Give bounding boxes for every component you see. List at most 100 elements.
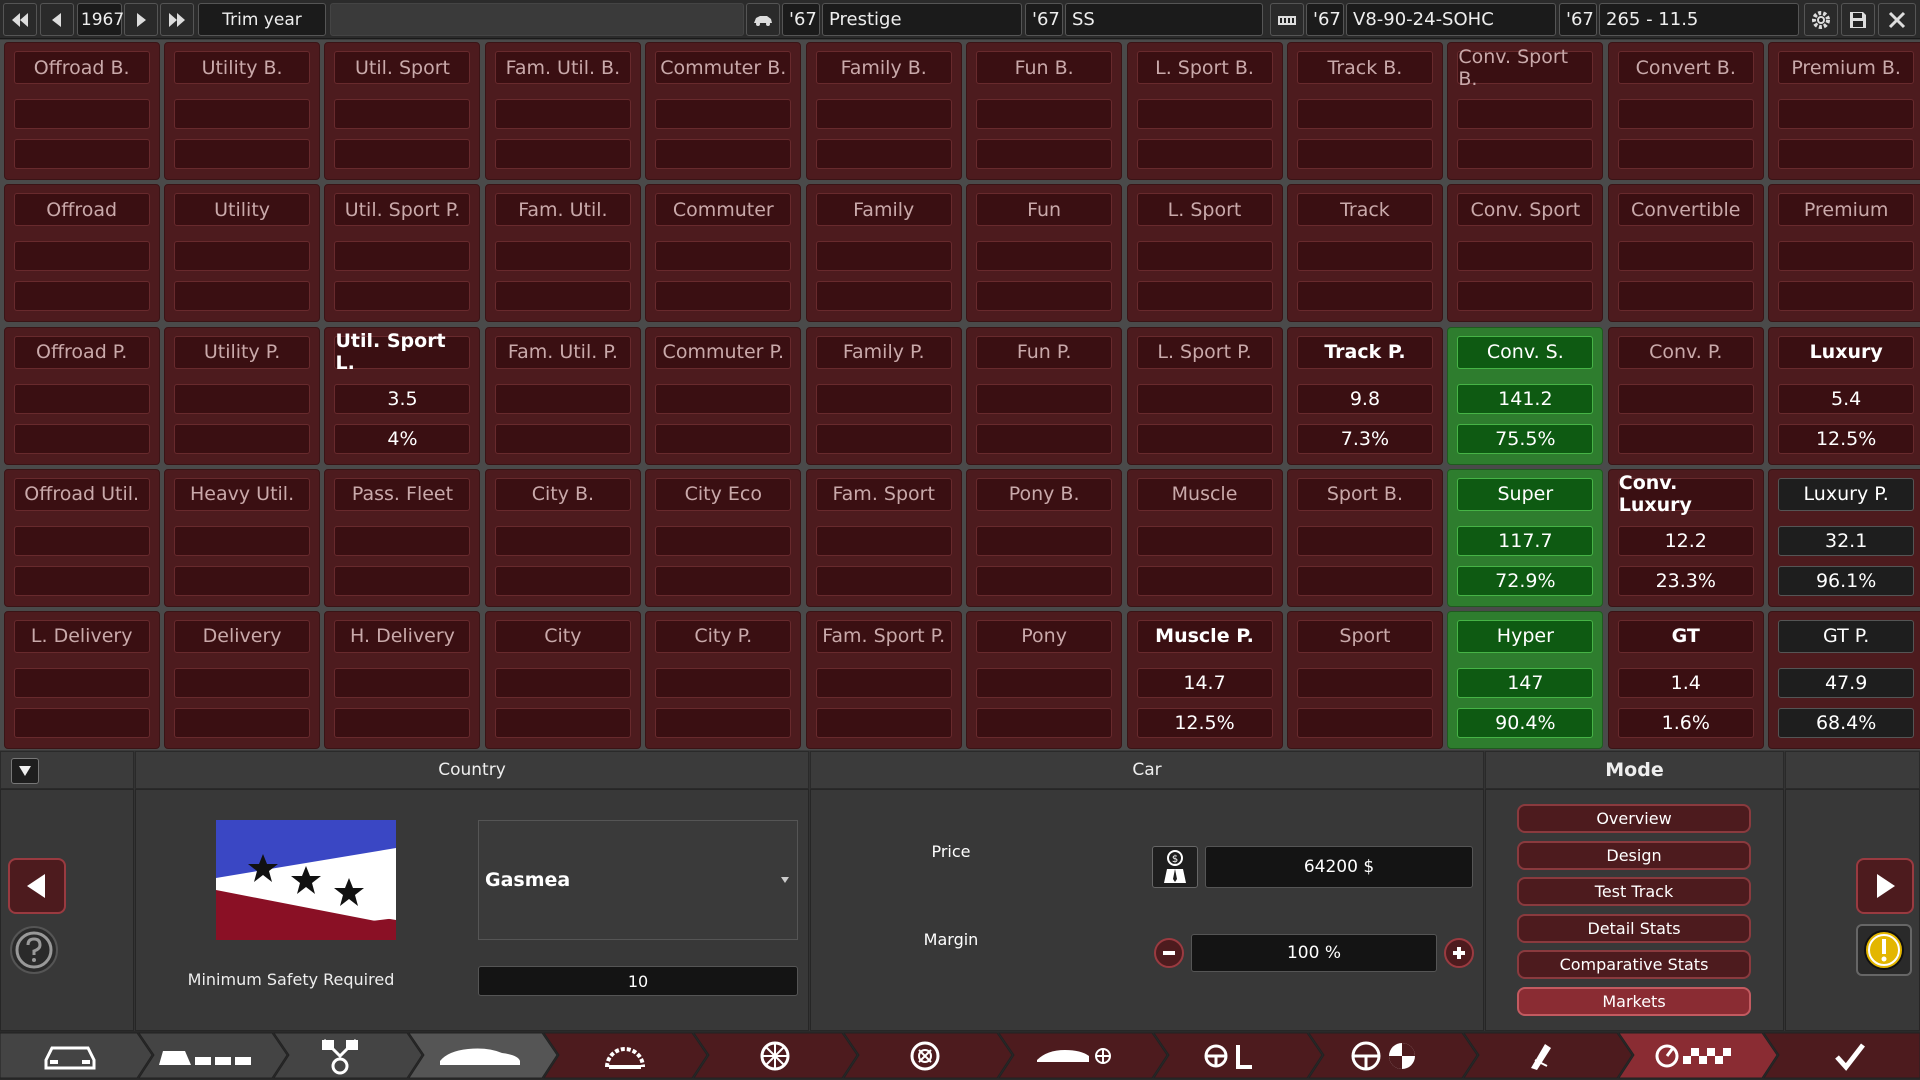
market-cell[interactable]: Pass. Fleet bbox=[324, 468, 481, 607]
settings-button[interactable] bbox=[1804, 3, 1838, 36]
warnings-button[interactable] bbox=[1856, 924, 1912, 976]
mode-button-markets[interactable]: Markets bbox=[1517, 986, 1751, 1016]
market-cell[interactable]: City B. bbox=[484, 468, 641, 607]
market-cell[interactable]: GT 1.4 1.6% bbox=[1607, 610, 1764, 749]
trim-select[interactable]: SS bbox=[1065, 3, 1263, 36]
market-cell[interactable]: Luxury P. 32.1 96.1% bbox=[1768, 468, 1920, 607]
model-select[interactable]: Prestige bbox=[822, 3, 1022, 36]
price-auto-button[interactable]: $ bbox=[1152, 846, 1198, 888]
tab-testing[interactable] bbox=[1630, 1031, 1760, 1080]
margin-increase-button[interactable] bbox=[1444, 938, 1474, 968]
mode-button-design[interactable]: Design bbox=[1517, 840, 1751, 870]
market-cell[interactable]: Offroad B. bbox=[3, 42, 160, 181]
tab-wheels[interactable] bbox=[720, 1031, 830, 1080]
market-cell[interactable]: Utility P. bbox=[164, 326, 321, 465]
market-cell[interactable]: Sport bbox=[1286, 610, 1443, 749]
market-cell[interactable]: L. Sport B. bbox=[1126, 42, 1283, 181]
market-cell[interactable]: Sport B. bbox=[1286, 468, 1443, 607]
tab-safety[interactable] bbox=[1330, 1031, 1440, 1080]
market-cell[interactable]: City P. bbox=[645, 610, 802, 749]
tab-trim[interactable] bbox=[150, 1031, 260, 1080]
close-button[interactable] bbox=[1878, 3, 1916, 36]
tab-fixtures[interactable] bbox=[1490, 1031, 1590, 1080]
first-year-button[interactable] bbox=[3, 3, 37, 36]
market-cell[interactable]: Fam. Util. B. bbox=[484, 42, 641, 181]
market-cell[interactable]: Commuter B. bbox=[645, 42, 802, 181]
variant-select[interactable]: 265 - 11.5 bbox=[1599, 3, 1799, 36]
market-cell[interactable]: Util. Sport P. bbox=[324, 184, 481, 323]
next-page-button[interactable] bbox=[1856, 858, 1914, 914]
model-car-icon-button[interactable] bbox=[746, 3, 780, 36]
market-cell[interactable]: Fun bbox=[966, 184, 1123, 323]
market-cell[interactable]: Conv. Luxury 12.2 23.3% bbox=[1607, 468, 1764, 607]
country-select[interactable]: Gasmea bbox=[478, 820, 798, 940]
tab-chassis[interactable] bbox=[570, 1031, 680, 1080]
tab-finish[interactable] bbox=[1800, 1031, 1900, 1080]
market-cell[interactable]: Hyper 147 90.4% bbox=[1447, 610, 1604, 749]
tab-interior[interactable] bbox=[1180, 1031, 1280, 1080]
market-cell[interactable]: L. Delivery bbox=[3, 610, 160, 749]
market-cell[interactable]: Utility B. bbox=[164, 42, 321, 181]
market-cell[interactable]: Conv. Sport bbox=[1447, 184, 1604, 323]
market-cell[interactable]: Heavy Util. bbox=[164, 468, 321, 607]
market-cell[interactable]: L. Sport P. bbox=[1126, 326, 1283, 465]
market-cell[interactable]: L. Sport bbox=[1126, 184, 1283, 323]
market-cell[interactable]: City bbox=[484, 610, 641, 749]
engine-select[interactable]: V8-90-24-SOHC bbox=[1346, 3, 1556, 36]
market-cell[interactable]: Family bbox=[805, 184, 962, 323]
mode-button-test-track[interactable]: Test Track bbox=[1517, 877, 1751, 906]
tab-model[interactable] bbox=[20, 1031, 120, 1080]
market-cell[interactable]: Pony B. bbox=[966, 468, 1123, 607]
market-cell[interactable]: Fam. Sport bbox=[805, 468, 962, 607]
market-cell[interactable]: Util. Sport L. 3.5 4% bbox=[324, 326, 481, 465]
market-cell[interactable]: Track B. bbox=[1286, 42, 1443, 181]
market-cell[interactable]: Fun B. bbox=[966, 42, 1123, 181]
market-cell[interactable]: Convertible bbox=[1607, 184, 1764, 323]
mode-button-overview[interactable]: Overview bbox=[1517, 804, 1751, 833]
previous-page-button[interactable] bbox=[8, 858, 66, 914]
market-cell[interactable]: H. Delivery bbox=[324, 610, 481, 749]
market-cell[interactable]: Utility bbox=[164, 184, 321, 323]
market-cell[interactable]: Track P. 9.8 7.3% bbox=[1286, 326, 1443, 465]
market-cell[interactable]: Conv. Sport B. bbox=[1447, 42, 1604, 181]
mode-button-detail-stats[interactable]: Detail Stats bbox=[1517, 913, 1751, 943]
market-cell[interactable]: Muscle bbox=[1126, 468, 1283, 607]
market-cell[interactable]: Util. Sport bbox=[324, 42, 481, 181]
market-cell[interactable]: Conv. S. 141.2 75.5% bbox=[1447, 326, 1604, 465]
market-cell[interactable]: City Eco bbox=[645, 468, 802, 607]
tab-brakes[interactable] bbox=[870, 1031, 980, 1080]
market-cell[interactable]: Fun P. bbox=[966, 326, 1123, 465]
next-year-button[interactable] bbox=[124, 3, 158, 36]
market-cell[interactable]: GT P. 47.9 68.4% bbox=[1768, 610, 1920, 749]
margin-decrease-button[interactable] bbox=[1154, 938, 1184, 968]
market-cell[interactable]: Commuter P. bbox=[645, 326, 802, 465]
market-cell[interactable]: Offroad bbox=[3, 184, 160, 323]
collapse-panel-button[interactable] bbox=[11, 758, 39, 784]
market-cell[interactable]: Fam. Sport P. bbox=[805, 610, 962, 749]
market-cell[interactable]: Delivery bbox=[164, 610, 321, 749]
save-button[interactable] bbox=[1841, 3, 1875, 36]
price-value[interactable]: 64200 $ bbox=[1205, 846, 1473, 888]
market-cell[interactable]: Track bbox=[1286, 184, 1443, 323]
tab-engine-choice[interactable] bbox=[290, 1031, 390, 1080]
market-cell[interactable]: Premium bbox=[1768, 184, 1920, 323]
market-cell[interactable]: Muscle P. 14.7 12.5% bbox=[1126, 610, 1283, 749]
market-cell[interactable]: Pony bbox=[966, 610, 1123, 749]
market-cell[interactable]: Convert B. bbox=[1607, 42, 1764, 181]
market-cell[interactable]: Conv. P. bbox=[1607, 326, 1764, 465]
tab-aero[interactable] bbox=[1020, 1031, 1130, 1080]
market-cell[interactable]: Premium B. bbox=[1768, 42, 1920, 181]
market-cell[interactable]: Family P. bbox=[805, 326, 962, 465]
tab-body[interactable] bbox=[425, 1031, 535, 1080]
margin-value[interactable]: 100 % bbox=[1191, 934, 1437, 972]
market-cell[interactable]: Family B. bbox=[805, 42, 962, 181]
trim-year-button[interactable]: Trim year bbox=[198, 3, 326, 36]
market-cell[interactable]: Offroad Util. bbox=[3, 468, 160, 607]
engine-icon-button[interactable] bbox=[1270, 3, 1304, 36]
last-year-button[interactable] bbox=[160, 3, 194, 36]
market-cell[interactable]: Fam. Util. bbox=[484, 184, 641, 323]
market-cell[interactable]: Luxury 5.4 12.5% bbox=[1768, 326, 1920, 465]
market-cell[interactable]: Commuter bbox=[645, 184, 802, 323]
market-cell[interactable]: Fam. Util. P. bbox=[484, 326, 641, 465]
market-cell[interactable]: Super 117.7 72.9% bbox=[1447, 468, 1604, 607]
